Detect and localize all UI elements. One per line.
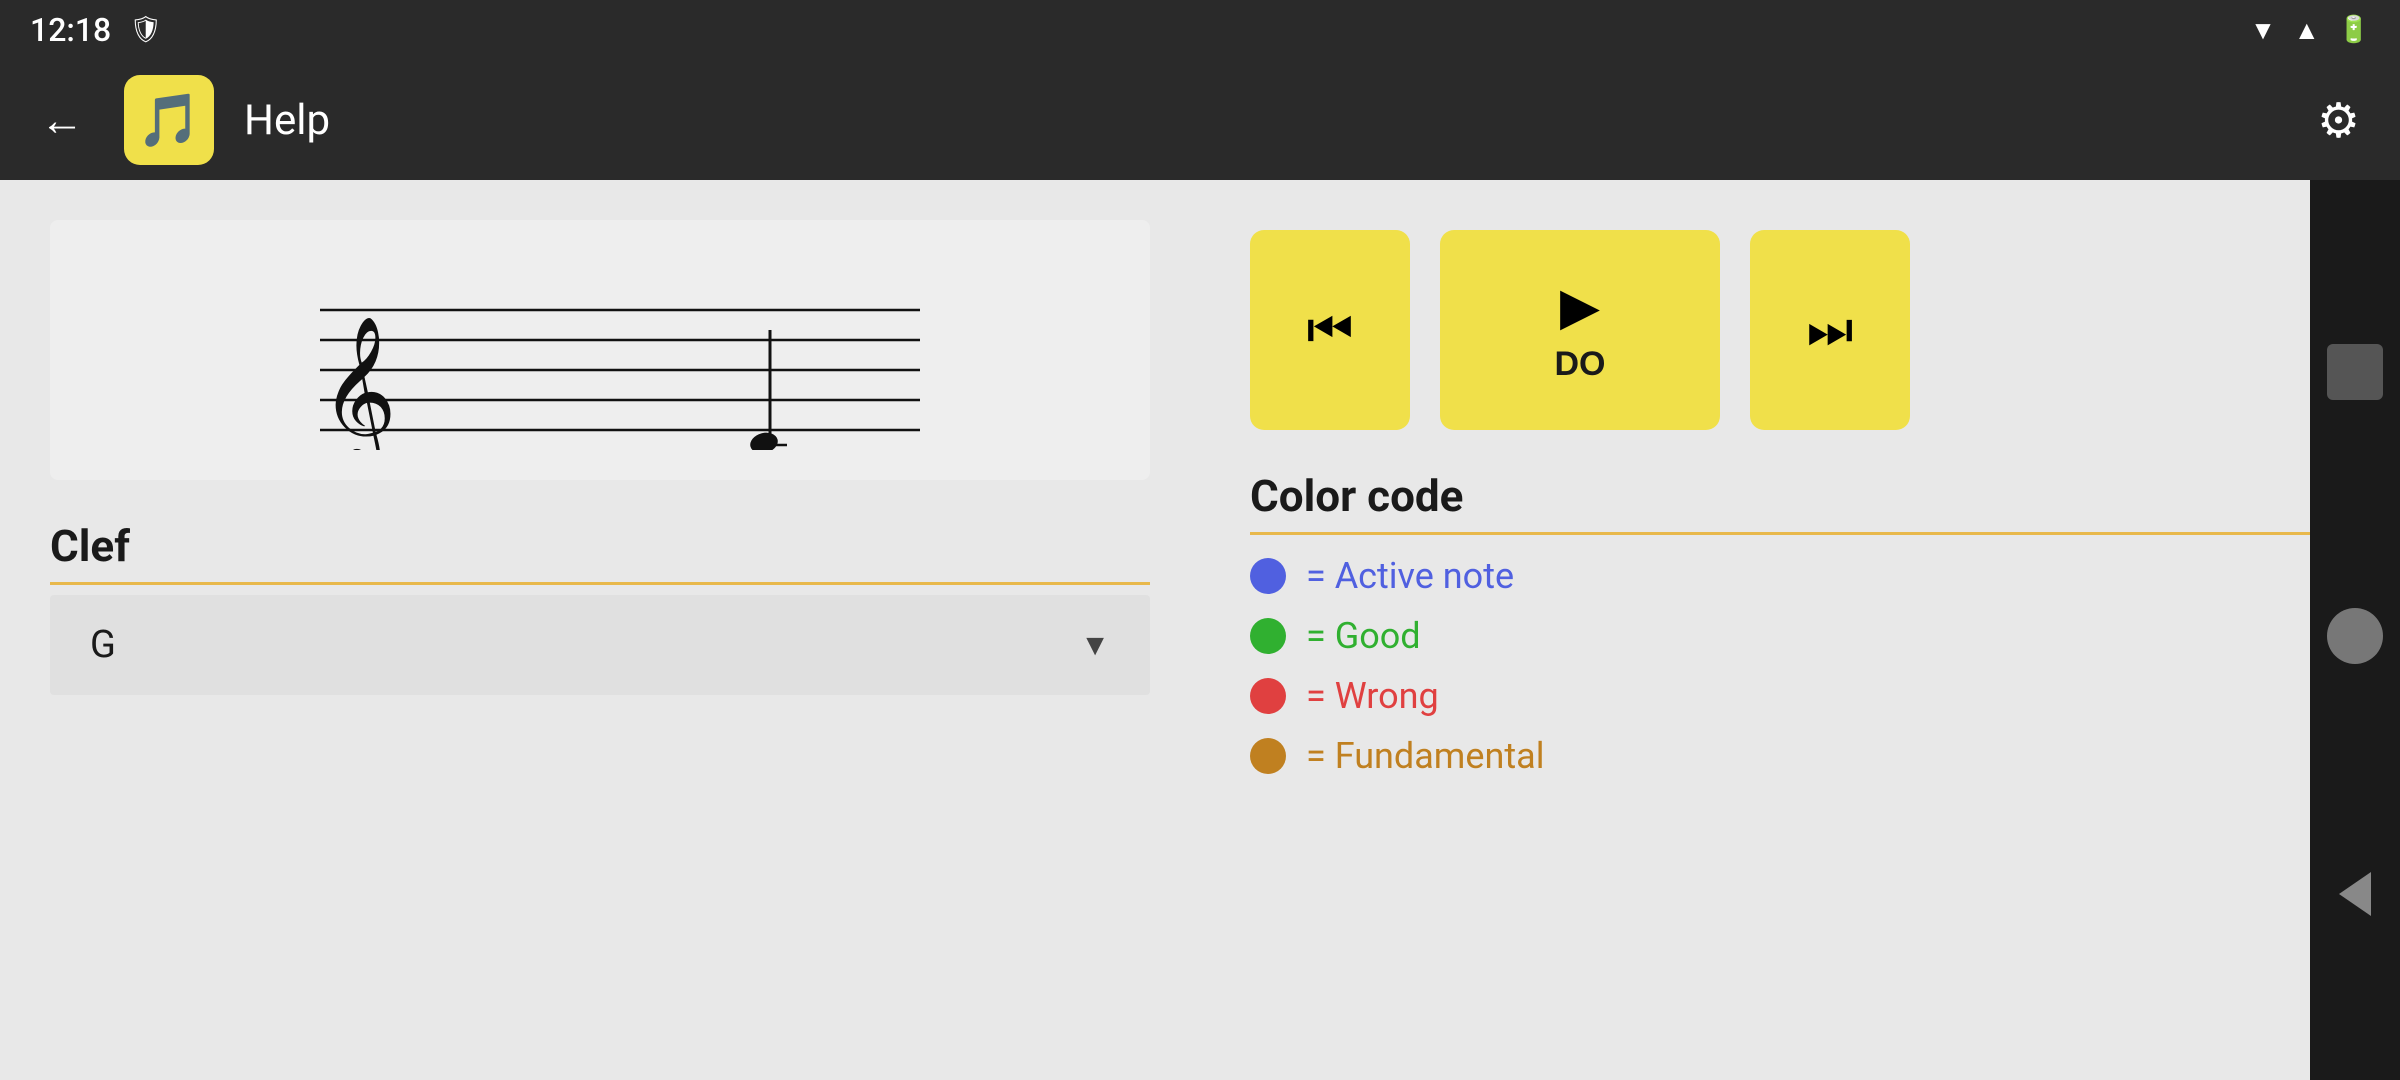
staff-svg: 𝄞	[250, 250, 950, 450]
good-label: = Good	[1306, 615, 1421, 657]
nav-circle-button[interactable]	[2327, 608, 2383, 664]
skip-back-icon: ⏮	[1307, 300, 1354, 361]
wrong-label: = Wrong	[1306, 675, 1439, 717]
staff-display: 𝄞	[50, 220, 1150, 480]
color-code-divider	[1250, 532, 2350, 535]
color-code-section: Color code = Active note = Good = Wrong	[1250, 470, 2350, 777]
music-icon: 🎵	[137, 90, 202, 151]
skip-forward-icon: ⏭	[1807, 300, 1854, 361]
settings-button[interactable]: ⚙	[2307, 82, 2370, 159]
wifi-icon: ▼	[2250, 15, 2276, 46]
skip-back-button[interactable]: ⏮	[1250, 230, 1410, 430]
back-button[interactable]: ←	[30, 84, 94, 156]
status-bar: 12:18 🛡 ▼ ▲ 🔋	[0, 0, 2400, 60]
clef-dropdown[interactable]: G ▼	[50, 595, 1150, 695]
status-time: 12:18	[30, 11, 111, 49]
clef-section: Clef G ▼	[50, 520, 1150, 695]
clef-divider	[50, 582, 1150, 585]
list-item: = Good	[1250, 615, 2350, 657]
playback-controls: ⏮ ▶ DO ⏭	[1250, 230, 2350, 430]
nav-back-button[interactable]	[2339, 872, 2371, 916]
app-bar: ← 🎵 Help ⚙	[0, 60, 2400, 180]
left-column: 𝄞 Clef G ▼	[0, 180, 1200, 1080]
shield-icon: 🛡	[129, 15, 162, 45]
active-note-dot	[1250, 558, 1286, 594]
status-right: ▼ ▲ 🔋	[2250, 15, 2370, 46]
play-icon: ▶	[1560, 277, 1600, 337]
side-nav	[2310, 180, 2400, 1080]
clef-title: Clef	[50, 520, 1150, 572]
svg-text:𝄞: 𝄞	[320, 318, 397, 450]
app-icon: 🎵	[124, 75, 214, 165]
status-left: 12:18 🛡	[30, 11, 162, 49]
nav-square-button[interactable]	[2327, 344, 2383, 400]
skip-forward-button[interactable]: ⏭	[1750, 230, 1910, 430]
fundamental-label: = Fundamental	[1306, 735, 1544, 777]
active-note-label: = Active note	[1306, 555, 1514, 597]
good-dot	[1250, 618, 1286, 654]
fundamental-dot	[1250, 738, 1286, 774]
note-label: DO	[1555, 345, 1606, 384]
color-code-list: = Active note = Good = Wrong = Fundament…	[1250, 555, 2350, 777]
list-item: = Active note	[1250, 555, 2350, 597]
right-column: ⏮ ▶ DO ⏭ Color code = Active note	[1200, 180, 2400, 1080]
battery-icon: 🔋	[2338, 15, 2370, 45]
signal-icon: ▲	[2294, 15, 2320, 46]
list-item: = Fundamental	[1250, 735, 2350, 777]
page-title: Help	[244, 96, 2277, 145]
wrong-dot	[1250, 678, 1286, 714]
chevron-down-icon: ▼	[1080, 628, 1110, 663]
color-code-title: Color code	[1250, 470, 2350, 522]
list-item: = Wrong	[1250, 675, 2350, 717]
clef-selected-value: G	[90, 623, 116, 667]
main-content: 𝄞 Clef G ▼ ⏮ ▶	[0, 180, 2400, 1080]
play-button[interactable]: ▶ DO	[1440, 230, 1720, 430]
